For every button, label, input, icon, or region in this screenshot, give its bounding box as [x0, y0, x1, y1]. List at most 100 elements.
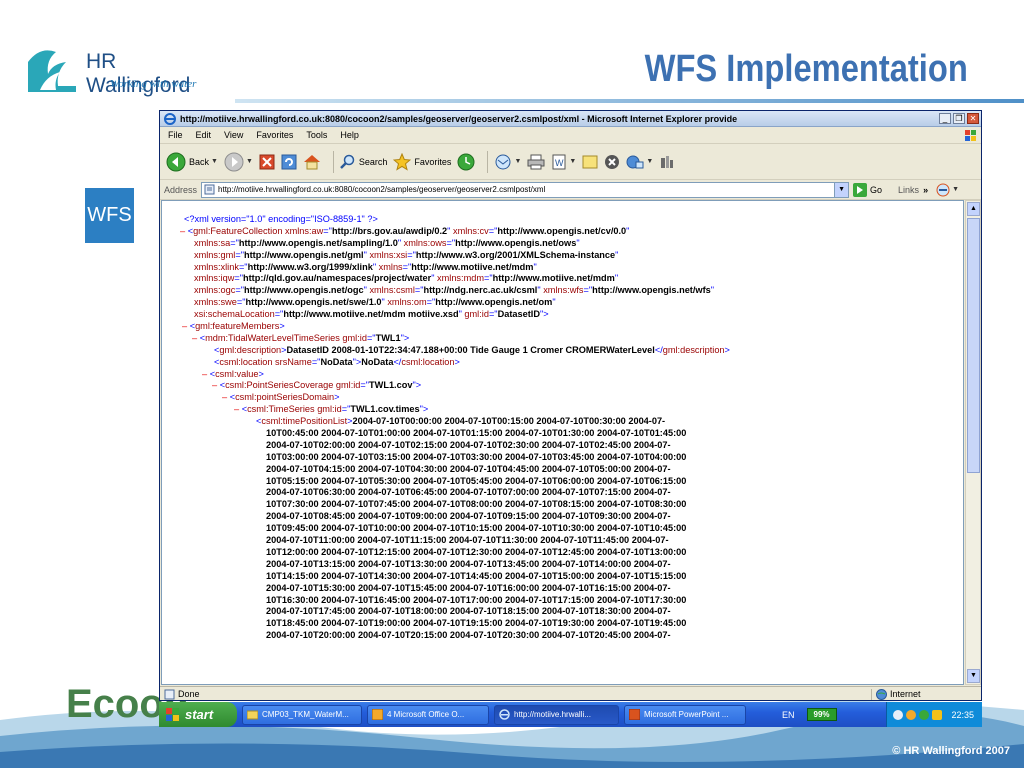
menu-edit[interactable]: Edit [196, 130, 212, 140]
time-line: 10T00:45:00 2004-07-10T01:00:00 2004-07-… [266, 428, 687, 439]
timeseries-open[interactable]: – <csml:TimeSeries gml:id="TWL1.cov.time… [180, 404, 730, 416]
time-series-open[interactable]: – <mdm:TidalWaterLevelTimeSeries gml:id=… [180, 333, 730, 345]
time-line: 10T12:00:00 2004-07-10T12:15:00 2004-07-… [266, 546, 687, 557]
collapse-icon[interactable]: – [192, 333, 197, 343]
collapse-icon[interactable]: – [212, 380, 217, 390]
shield-icon[interactable] [932, 709, 943, 720]
menu-view[interactable]: View [224, 130, 243, 140]
xml-content: <?xml version="1.0" encoding="ISO-8859-1… [161, 200, 964, 685]
toolbar-separator [332, 150, 334, 173]
tray-icon[interactable] [906, 709, 917, 720]
menu-favorites[interactable]: Favorites [256, 130, 293, 140]
chevron-right-icon[interactable]: » [923, 185, 928, 195]
back-arrow-icon [166, 152, 186, 171]
feature-collection-open[interactable]: – <gml:FeatureCollection xmlns:aw="http:… [180, 226, 730, 238]
time-line: 2004-07-10T17:45:00 2004-07-10T18:00:00 … [266, 606, 671, 617]
back-button[interactable]: Back ▼ [166, 152, 218, 172]
ie-links-icon[interactable] [936, 183, 950, 197]
edit-button[interactable]: W ▼ [551, 154, 576, 170]
collapse-icon[interactable]: – [182, 321, 187, 331]
collapse-icon[interactable]: – [202, 369, 207, 379]
print-button[interactable] [527, 154, 545, 170]
value-open[interactable]: – <csml:value> [180, 369, 730, 381]
menu-tools[interactable]: Tools [306, 130, 327, 140]
collapse-icon[interactable]: – [180, 226, 185, 236]
task-label: 4 Microsoft Office O... [387, 710, 465, 719]
discuss-button[interactable] [582, 154, 598, 170]
menu-help[interactable]: Help [340, 130, 359, 140]
chevron-down-icon[interactable]: ▼ [952, 186, 959, 193]
task-button-active[interactable]: http://motiive.hrwalli... [494, 704, 619, 725]
start-label: start [185, 707, 214, 722]
refresh-button[interactable] [281, 154, 297, 170]
chevron-down-icon[interactable]: ▼ [211, 158, 218, 165]
domain-open[interactable]: – <csml:pointSeriesDomain> [180, 392, 730, 404]
messenger-button[interactable] [604, 154, 620, 170]
go-button[interactable]: Go [853, 182, 882, 197]
favorites-button[interactable]: Favorites [393, 152, 451, 171]
windows-flag-icon [166, 708, 179, 721]
feature-members-open[interactable]: – <gml:featureMembers> [180, 321, 730, 333]
clock: 22:35 [951, 709, 974, 720]
security-zone[interactable]: Internet [871, 688, 981, 700]
maximize-button[interactable]: ❐ [953, 113, 965, 124]
tools-icon [661, 155, 674, 168]
chevron-down-icon[interactable]: ▼ [834, 182, 849, 197]
minimize-button[interactable]: _ [939, 113, 951, 124]
time-line: 2004-07-10T11:00:00 2004-07-10T11:15:00 … [266, 535, 669, 546]
time-line: 10T03:00:00 2004-07-10T03:15:00 2004-07-… [266, 451, 687, 462]
vertical-scrollbar[interactable]: ▲ ▼ [965, 200, 981, 685]
time-line: 2004-07-10T08:45:00 2004-07-10T09:00:00 … [266, 511, 671, 522]
mail-button[interactable]: ▼ [494, 154, 521, 170]
ns-line: xmlns:gml="http://www.opengis.net/gml" x… [194, 249, 619, 260]
chevron-down-icon[interactable]: ▼ [514, 158, 521, 165]
language-indicator[interactable]: EN [782, 710, 795, 720]
time-line: <csml:timePositionList>2004-07-10T00:00:… [256, 416, 666, 427]
chevron-down-icon[interactable]: ▼ [246, 158, 253, 165]
start-button[interactable]: start [159, 702, 237, 727]
stop-icon [259, 154, 275, 169]
collapse-icon[interactable]: – [222, 392, 227, 402]
chevron-down-icon[interactable]: ▼ [646, 158, 653, 165]
search-button[interactable]: Search [340, 154, 388, 170]
zone-label: Internet [890, 689, 921, 699]
address-input[interactable]: http://motiive.hrwallingford.co.uk:8080/… [201, 181, 850, 198]
folder-icon [247, 710, 258, 720]
scroll-up-icon[interactable]: ▲ [967, 202, 980, 216]
ns-line: xmlns:swe="http://www.opengis.net/swe/1.… [194, 297, 556, 308]
tray-icon[interactable] [919, 709, 930, 720]
task-button[interactable]: Microsoft PowerPoint ... [624, 704, 746, 725]
address-value: http://motiive.hrwallingford.co.uk:8080/… [218, 185, 546, 194]
time-line: 10T14:15:00 2004-07-10T14:30:00 2004-07-… [266, 570, 687, 581]
close-button[interactable]: ✕ [967, 113, 979, 124]
history-icon [457, 153, 475, 170]
window-titlebar[interactable]: http://motiive.hrwallingford.co.uk:8080/… [160, 111, 981, 127]
stop-button[interactable] [259, 154, 275, 170]
battery-indicator[interactable]: 99% [806, 708, 837, 721]
tools-button[interactable] [659, 154, 675, 170]
scroll-down-icon[interactable]: ▼ [967, 669, 980, 683]
collapse-icon[interactable]: – [234, 404, 239, 414]
ie-icon [164, 112, 176, 125]
research-button[interactable]: ▼ [626, 154, 653, 170]
scroll-thumb[interactable] [967, 218, 980, 473]
chevron-down-icon[interactable]: ▼ [569, 158, 576, 165]
home-button[interactable] [303, 154, 321, 170]
ns-line: xmlns:ogc="http://www.opengis.net/ogc" x… [194, 285, 715, 296]
coverage-open[interactable]: – <csml:PointSeriesCoverage gml:id="TWL1… [180, 380, 730, 392]
task-button[interactable]: 4 Microsoft Office O... [367, 704, 489, 725]
slide-title: WFS Implementation [644, 48, 968, 90]
time-line: 10T09:45:00 2004-07-10T10:00:00 2004-07-… [266, 523, 687, 534]
page-icon [204, 184, 215, 195]
time-line: 10T18:45:00 2004-07-10T19:00:00 2004-07-… [266, 618, 687, 629]
hr-wallingford-logo: HR Wallingford Working with water [26, 38, 216, 98]
history-button[interactable] [457, 153, 475, 171]
address-label: Address [164, 184, 198, 195]
forward-button[interactable]: ▼ [224, 152, 253, 172]
task-button[interactable]: CMP03_TKM_WaterM... [242, 704, 362, 725]
menu-file[interactable]: File [168, 130, 183, 140]
search-label: Search [358, 156, 388, 167]
tray-icon[interactable] [893, 709, 904, 720]
back-label: Back [189, 156, 210, 167]
links-toolbar[interactable]: Links [898, 185, 919, 195]
